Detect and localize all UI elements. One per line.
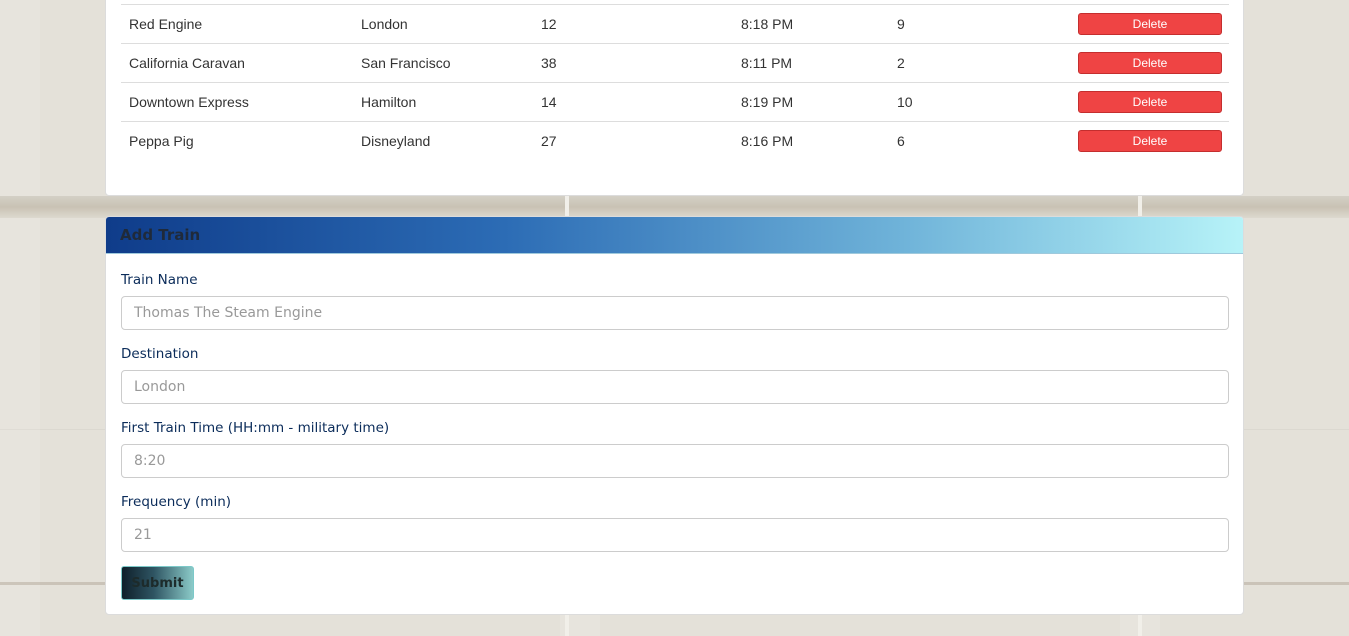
delete-button[interactable]: Delete — [1078, 52, 1222, 74]
destination-cell: Hamilton — [353, 82, 533, 122]
destination-input[interactable] — [121, 370, 1229, 404]
first-train-time-label: First Train Time (HH:mm - military time) — [121, 420, 390, 436]
background-seam — [565, 196, 569, 218]
action-cell: Delete — [1065, 4, 1229, 44]
panel-heading: Add Train — [106, 217, 1243, 254]
destination-label: Destination — [121, 346, 199, 362]
table-row: Downtown Express Hamilton 14 8:19 PM 10 … — [121, 82, 1229, 122]
next-arrival-cell: 8:19 PM — [733, 82, 889, 122]
table-row: Peppa Pig Disneyland 27 8:16 PM 6 Delete — [121, 121, 1229, 160]
frequency-cell: 14 — [533, 82, 733, 122]
train-schedule-table: Red Engine London 12 8:18 PM 9 Delete Ca… — [121, 4, 1229, 160]
destination-group: Destination — [121, 344, 1229, 404]
frequency-cell: 12 — [533, 4, 733, 44]
action-cell: Delete — [1065, 82, 1229, 122]
frequency-cell: 38 — [533, 43, 733, 83]
minutes-away-cell: 6 — [889, 121, 1065, 160]
train-name-cell: Downtown Express — [121, 82, 353, 122]
frequency-cell: 27 — [533, 121, 733, 160]
minutes-away-cell: 10 — [889, 82, 1065, 122]
background-seam — [1138, 196, 1142, 218]
action-cell: Delete — [1065, 121, 1229, 160]
next-arrival-cell: 8:16 PM — [733, 121, 889, 160]
delete-button[interactable]: Delete — [1078, 13, 1222, 35]
next-arrival-cell: 8:11 PM — [733, 43, 889, 83]
destination-cell: London — [353, 4, 533, 44]
destination-cell: San Francisco — [353, 43, 533, 83]
delete-button[interactable]: Delete — [1078, 91, 1222, 113]
train-name-label: Train Name — [121, 272, 198, 288]
first-train-time-group: First Train Time (HH:mm - military time) — [121, 418, 1229, 478]
train-name-input[interactable] — [121, 296, 1229, 330]
delete-button[interactable]: Delete — [1078, 130, 1222, 152]
frequency-group: Frequency (min) — [121, 492, 1229, 552]
submit-button[interactable]: Submit — [121, 566, 194, 600]
add-train-panel: Add Train Train Name Destination First T… — [105, 216, 1244, 615]
train-name-cell: California Caravan — [121, 43, 353, 83]
train-name-group: Train Name — [121, 270, 1229, 330]
minutes-away-cell: 9 — [889, 4, 1065, 44]
train-name-cell: Red Engine — [121, 4, 353, 44]
panel-title: Add Train — [120, 226, 201, 244]
frequency-label: Frequency (min) — [121, 494, 232, 510]
destination-cell: Disneyland — [353, 121, 533, 160]
minutes-away-cell: 2 — [889, 43, 1065, 83]
frequency-input[interactable] — [121, 518, 1229, 552]
train-name-cell: Peppa Pig — [121, 121, 353, 160]
action-cell: Delete — [1065, 43, 1229, 83]
background-seam — [0, 196, 1349, 218]
train-schedule-panel: Red Engine London 12 8:18 PM 9 Delete Ca… — [105, 0, 1244, 196]
first-train-time-input[interactable] — [121, 444, 1229, 478]
table-row: California Caravan San Francisco 38 8:11… — [121, 43, 1229, 83]
table-row: Red Engine London 12 8:18 PM 9 Delete — [121, 4, 1229, 44]
next-arrival-cell: 8:18 PM — [733, 4, 889, 44]
